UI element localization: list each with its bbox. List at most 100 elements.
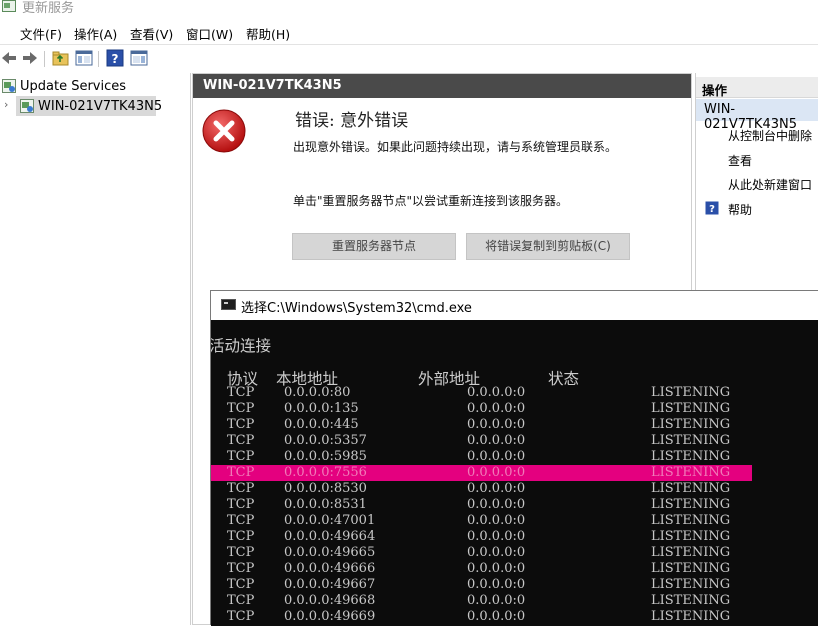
local-address-cell: 0.0.0.0:8531: [284, 497, 367, 512]
state-cell: LISTENING: [651, 593, 731, 608]
table-row: TCP 0.0.0.0:135 0.0.0.0:0 LISTENING: [211, 401, 818, 417]
local-address-cell: 0.0.0.0:49665: [284, 545, 376, 560]
protocol-cell: TCP: [227, 609, 255, 624]
actions-header-title: 操作: [702, 83, 728, 98]
foreign-address-cell: 0.0.0.0:0: [467, 561, 526, 576]
protocol-cell: TCP: [227, 577, 255, 592]
protocol-cell: TCP: [227, 497, 255, 512]
protocol-cell: TCP: [227, 561, 255, 576]
menu-bar: 文件(F) 操作(A) 查看(V) 窗口(W) 帮助(H): [0, 20, 818, 42]
copy-error-button[interactable]: 将错误复制到剪贴板(C): [466, 233, 630, 260]
details-header: WIN-021V7TK43N5: [193, 74, 691, 98]
protocol-cell: TCP: [227, 513, 255, 528]
local-address-cell: 0.0.0.0:49669: [284, 609, 376, 624]
chevron-right-icon[interactable]: ›: [4, 98, 8, 111]
show-hide-tree-icon[interactable]: [75, 49, 93, 67]
foreign-address-cell: 0.0.0.0:0: [467, 529, 526, 544]
protocol-cell: TCP: [227, 465, 255, 480]
title-bar: 更新服务: [0, 0, 818, 18]
protocol-cell: TCP: [227, 449, 255, 464]
menu-help[interactable]: 帮助(H): [246, 24, 290, 43]
local-address-cell: 0.0.0.0:7556: [284, 465, 367, 480]
table-row: TCP 0.0.0.0:49665 0.0.0.0:0 LISTENING: [211, 545, 818, 561]
table-row: TCP 0.0.0.0:8530 0.0.0.0:0 LISTENING: [211, 481, 818, 497]
table-row: TCP 0.0.0.0:80 0.0.0.0:0 LISTENING: [211, 385, 818, 401]
state-cell: LISTENING: [651, 513, 731, 528]
table-row: TCP 0.0.0.0:49664 0.0.0.0:0 LISTENING: [211, 529, 818, 545]
state-cell: LISTENING: [651, 417, 731, 432]
cmd-window[interactable]: 选择C:\Windows\System32\cmd.exe 活动连接 协议 本地…: [210, 290, 818, 626]
local-address-cell: 0.0.0.0:49667: [284, 577, 376, 592]
foreign-address-cell: 0.0.0.0:0: [467, 385, 526, 400]
window-title: 更新服务: [22, 1, 75, 16]
protocol-cell: TCP: [227, 433, 255, 448]
reset-server-node-button[interactable]: 重置服务器节点: [292, 233, 456, 260]
tree-item-server[interactable]: › WIN-021V7TK43N5: [0, 96, 190, 116]
table-row: TCP 0.0.0.0:49669 0.0.0.0:0 LISTENING: [211, 609, 818, 625]
table-row: TCP 0.0.0.0:47001 0.0.0.0:0 LISTENING: [211, 513, 818, 529]
protocol-cell: TCP: [227, 417, 255, 432]
menu-view[interactable]: 查看(V): [130, 24, 173, 43]
state-cell: LISTENING: [651, 561, 731, 576]
local-address-cell: 0.0.0.0:80: [284, 385, 351, 400]
action-help[interactable]: 帮助: [728, 201, 752, 218]
table-row: TCP 0.0.0.0:49666 0.0.0.0:0 LISTENING: [211, 561, 818, 577]
foreign-address-cell: 0.0.0.0:0: [467, 401, 526, 416]
console-output[interactable]: 活动连接 协议 本地地址 外部地址 状态 TCP 0.0.0.0:80 0.0.0.…: [211, 320, 818, 626]
foreign-address-cell: 0.0.0.0:0: [467, 497, 526, 512]
local-address-cell: 0.0.0.0:5985: [284, 449, 367, 464]
error-hint: 单击"重置服务器节点"以尝试重新连接到该服务器。: [293, 194, 569, 208]
menu-file[interactable]: 文件(F): [20, 24, 62, 43]
state-cell: LISTENING: [651, 577, 731, 592]
protocol-cell: TCP: [227, 593, 255, 608]
menu-window[interactable]: 窗口(W): [186, 24, 233, 43]
forward-arrow-icon[interactable]: [21, 49, 39, 67]
foreign-address-cell: 0.0.0.0:0: [467, 545, 526, 560]
show-hide-action-pane-icon[interactable]: [130, 49, 148, 67]
cmd-title-bar[interactable]: 选择C:\Windows\System32\cmd.exe: [211, 291, 818, 319]
up-folder-icon[interactable]: [52, 49, 70, 67]
tree-label: Update Services: [20, 79, 127, 94]
state-cell: LISTENING: [651, 465, 731, 480]
update-services-app-icon: [2, 0, 16, 12]
local-address-cell: 0.0.0.0:135: [284, 401, 359, 416]
protocol-cell: TCP: [227, 401, 255, 416]
menu-action[interactable]: 操作(A): [74, 24, 117, 43]
state-cell: LISTENING: [651, 529, 731, 544]
local-address-cell: 0.0.0.0:49668: [284, 593, 376, 608]
console-tree: Update Services › WIN-021V7TK43N5: [0, 73, 191, 625]
protocol-cell: TCP: [227, 385, 255, 400]
table-row: TCP 0.0.0.0:49668 0.0.0.0:0 LISTENING: [211, 593, 818, 609]
local-address-cell: 0.0.0.0:8530: [284, 481, 367, 496]
toolbar-separator: [44, 51, 45, 67]
table-row-highlighted: TCP 0.0.0.0:7556 0.0.0.0:0 LISTENING: [211, 465, 752, 481]
cmd-title: 选择C:\Windows\System32\cmd.exe: [241, 301, 472, 316]
error-title: 错误: 意外错误: [295, 111, 409, 131]
state-cell: LISTENING: [651, 433, 731, 448]
local-address-cell: 0.0.0.0:49666: [284, 561, 376, 576]
tree-item-update-services[interactable]: Update Services: [0, 76, 190, 96]
foreign-address-cell: 0.0.0.0:0: [467, 577, 526, 592]
help-icon[interactable]: ?: [106, 49, 124, 67]
local-address-cell: 0.0.0.0:47001: [284, 513, 376, 528]
state-cell: LISTENING: [651, 385, 731, 400]
protocol-cell: TCP: [227, 529, 255, 544]
actions-header: 操作: [696, 77, 818, 98]
console-icon: [221, 299, 236, 310]
state-cell: LISTENING: [651, 401, 731, 416]
action-remove-from-console[interactable]: 从控制台中删除: [728, 127, 812, 144]
foreign-address-cell: 0.0.0.0:0: [467, 417, 526, 432]
state-cell: LISTENING: [651, 481, 731, 496]
console-heading: 活动连接: [211, 337, 272, 355]
action-view[interactable]: 查看: [728, 152, 752, 169]
tree-label: WIN-021V7TK43N5: [38, 99, 163, 114]
action-new-window[interactable]: 从此处新建窗口: [728, 176, 812, 193]
svg-text:?: ?: [112, 52, 119, 66]
back-arrow-icon[interactable]: [0, 49, 18, 67]
actions-node-header[interactable]: WIN-021V7TK43N5: [696, 99, 818, 132]
local-address-cell: 0.0.0.0:5357: [284, 433, 367, 448]
foreign-address-cell: 0.0.0.0:0: [467, 593, 526, 608]
foreign-address-cell: 0.0.0.0:0: [467, 465, 526, 480]
svg-text:?: ?: [709, 204, 715, 215]
foreign-address-cell: 0.0.0.0:0: [467, 609, 526, 624]
